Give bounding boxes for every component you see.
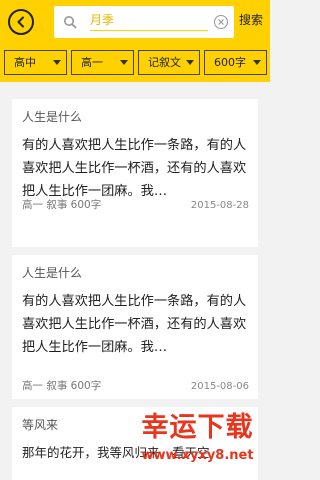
- filter-grade-level[interactable]: 高中: [4, 50, 67, 75]
- watermark-url: www.xyxy8.net: [141, 448, 254, 463]
- chevron-left-icon: [17, 16, 24, 28]
- search-box[interactable]: 月季: [54, 6, 234, 38]
- back-button[interactable]: [8, 9, 34, 35]
- search-button[interactable]: 搜索: [239, 12, 263, 28]
- article-meta: 高一 叙事 600字: [22, 380, 102, 392]
- search-icon: [64, 16, 77, 29]
- article-excerpt: 有的人喜欢把人生比作一条路，有的人喜欢把人生比作一杯酒，还有的人喜欢把人生比作一…: [22, 138, 247, 199]
- watermark-logo: 幸运下载 www.xyxy8.net: [125, 412, 270, 480]
- article-title: 人生是什么: [22, 110, 83, 124]
- filter-word-count[interactable]: 600字: [204, 50, 267, 75]
- article-excerpt: 有的人喜欢把人生比作一条路，有的人喜欢把人生比作一杯酒，还有的人喜欢把人生比作一…: [22, 294, 247, 355]
- caret-down-icon: [253, 60, 261, 65]
- filter-label: 高一: [81, 56, 103, 69]
- watermark-title: 幸运下载: [141, 412, 254, 443]
- filter-bar: 高中 高一 记叙文 600字: [0, 44, 270, 82]
- search-input[interactable]: 月季: [90, 13, 208, 31]
- filter-genre[interactable]: 记叙文: [138, 50, 200, 75]
- article-card[interactable]: 人生是什么 有的人喜欢把人生比作一条路，有的人喜欢把人生比作一杯酒，还有的人喜欢…: [12, 255, 258, 399]
- article-title: 人生是什么: [22, 266, 83, 280]
- filter-label: 高中: [14, 56, 36, 69]
- top-bar: 月季 搜索: [0, 0, 270, 44]
- filter-label: 记叙文: [148, 56, 181, 69]
- clear-search-button[interactable]: [214, 15, 228, 29]
- article-date: 2015-08-28: [190, 200, 249, 211]
- caret-down-icon: [53, 60, 61, 65]
- filter-label: 600字: [214, 56, 246, 69]
- article-meta: 高一 叙事 600字: [22, 199, 102, 211]
- caret-down-icon: [120, 60, 128, 65]
- article-title: 等风来: [22, 418, 59, 432]
- clear-icon: [218, 19, 224, 25]
- article-card[interactable]: 人生是什么 有的人喜欢把人生比作一条路，有的人喜欢把人生比作一杯酒，还有的人喜欢…: [12, 99, 258, 247]
- article-date: 2015-08-06: [190, 381, 249, 392]
- caret-down-icon: [186, 60, 194, 65]
- filter-grade[interactable]: 高一: [71, 50, 134, 75]
